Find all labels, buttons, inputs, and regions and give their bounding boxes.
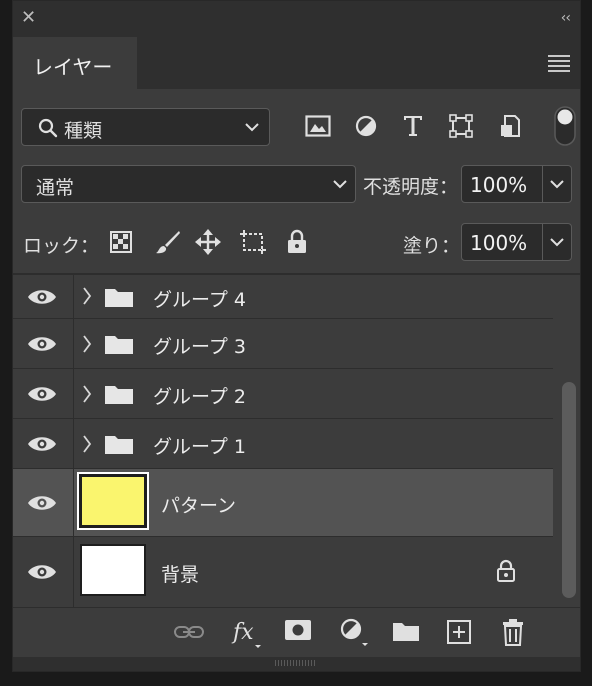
chevron-down-icon bbox=[333, 180, 347, 189]
layer-name: グループ 4 bbox=[153, 289, 246, 311]
grip-icon bbox=[275, 660, 315, 666]
tab-strip: レイヤー bbox=[13, 37, 580, 89]
smart-object-filter-icon[interactable] bbox=[499, 114, 521, 138]
layer-row[interactable]: グループ 1 bbox=[13, 419, 553, 469]
layer-row-selected[interactable]: パターン bbox=[13, 469, 553, 537]
chevron-down-icon bbox=[245, 123, 259, 132]
opacity-value: 100% bbox=[470, 173, 528, 197]
resize-handle[interactable] bbox=[13, 657, 580, 671]
lock-transparent-pixels-icon[interactable] bbox=[110, 231, 132, 253]
layer-name: 背景 bbox=[161, 564, 200, 586]
column-separator bbox=[73, 469, 74, 536]
filter-kind-label: 種類 bbox=[64, 120, 103, 142]
mask-icon[interactable] bbox=[285, 620, 311, 640]
visibility-eye-icon[interactable] bbox=[27, 563, 57, 581]
adjustment-icon[interactable] bbox=[340, 618, 370, 648]
column-separator bbox=[73, 419, 74, 468]
visibility-eye-icon[interactable] bbox=[27, 288, 57, 306]
collapse-icon[interactable]: ‹‹ bbox=[561, 10, 571, 26]
blend-mode-label: 通常 bbox=[36, 177, 75, 199]
layer-name: グループ 3 bbox=[153, 336, 246, 358]
link-icon[interactable] bbox=[174, 625, 204, 639]
layer-row[interactable]: グループ 4 bbox=[13, 275, 553, 319]
chevron-down-icon[interactable] bbox=[550, 179, 564, 189]
layer-thumbnail bbox=[80, 544, 146, 596]
fill-label: 塗り： bbox=[403, 235, 461, 257]
panel-footer: fx bbox=[13, 607, 580, 658]
visibility-eye-icon[interactable] bbox=[27, 494, 57, 512]
column-separator bbox=[73, 275, 74, 318]
layer-name: パターン bbox=[161, 495, 237, 517]
image-filter-icon[interactable] bbox=[305, 115, 331, 137]
lock-image-pixels-icon[interactable] bbox=[155, 229, 181, 255]
lock-label: ロック： bbox=[23, 235, 100, 257]
folder-icon bbox=[105, 289, 133, 307]
folder-icon bbox=[105, 436, 133, 454]
scrollbar-thumb[interactable] bbox=[562, 382, 576, 598]
type-filter-icon[interactable] bbox=[402, 114, 424, 138]
filter-toggle-switch[interactable] bbox=[554, 106, 576, 146]
tab-layers[interactable]: レイヤー bbox=[13, 37, 137, 89]
opacity-field[interactable]: 100% bbox=[461, 165, 572, 203]
layer-row[interactable]: グループ 2 bbox=[13, 369, 553, 419]
filter-kind-select[interactable]: 種類 bbox=[21, 108, 270, 146]
chevron-down-icon[interactable] bbox=[550, 237, 564, 247]
column-separator bbox=[73, 537, 74, 607]
field-divider bbox=[542, 166, 543, 202]
panel-titlebar: ✕ ‹‹ bbox=[13, 1, 580, 37]
adjustment-filter-icon[interactable] bbox=[355, 115, 377, 137]
layer-row[interactable]: 背景 bbox=[13, 537, 553, 607]
folder-icon bbox=[105, 386, 133, 404]
shape-filter-icon[interactable] bbox=[449, 114, 473, 138]
visibility-eye-icon[interactable] bbox=[27, 435, 57, 453]
folder-icon bbox=[105, 336, 133, 354]
column-separator bbox=[73, 319, 74, 368]
layer-row[interactable]: グループ 3 bbox=[13, 319, 553, 369]
tab-layers-label: レイヤー bbox=[33, 55, 113, 79]
expand-chevron-icon[interactable] bbox=[82, 385, 92, 403]
lock-icon[interactable] bbox=[496, 559, 516, 583]
search-icon bbox=[38, 118, 58, 138]
layer-name: グループ 2 bbox=[153, 386, 246, 408]
fill-field[interactable]: 100% bbox=[461, 223, 572, 261]
column-separator bbox=[73, 369, 74, 418]
expand-chevron-icon[interactable] bbox=[82, 335, 92, 353]
new-layer-icon[interactable] bbox=[447, 620, 471, 644]
fill-value: 100% bbox=[470, 231, 528, 255]
lock-position-icon[interactable] bbox=[195, 229, 221, 255]
trash-icon[interactable] bbox=[501, 618, 525, 646]
panel-menu-icon[interactable] bbox=[548, 55, 570, 72]
visibility-eye-icon[interactable] bbox=[27, 385, 57, 403]
layer-list-scrollbar[interactable] bbox=[559, 275, 579, 607]
svg-text:fx: fx bbox=[231, 620, 254, 645]
layer-thumbnail bbox=[77, 472, 149, 530]
expand-chevron-icon[interactable] bbox=[82, 435, 92, 453]
layer-list: グループ 4 グループ 3 グループ 2 グループ 1 パターン 背景 bbox=[13, 275, 553, 607]
lock-all-icon[interactable] bbox=[286, 229, 308, 255]
folder-icon[interactable] bbox=[392, 620, 420, 642]
lock-artboard-icon[interactable] bbox=[239, 229, 267, 255]
layers-panel: ✕ ‹‹ レイヤー 種類 通常 不透明度： 100% ロック： 塗り： 100% bbox=[12, 0, 581, 672]
close-icon[interactable]: ✕ bbox=[21, 9, 37, 27]
blend-mode-select[interactable]: 通常 bbox=[21, 165, 356, 203]
layer-name: グループ 1 bbox=[153, 436, 246, 458]
expand-chevron-icon[interactable] bbox=[82, 287, 92, 305]
fx-icon[interactable]: fx bbox=[231, 617, 263, 649]
visibility-eye-icon[interactable] bbox=[27, 335, 57, 353]
field-divider bbox=[542, 224, 543, 260]
opacity-label: 不透明度： bbox=[363, 176, 459, 198]
